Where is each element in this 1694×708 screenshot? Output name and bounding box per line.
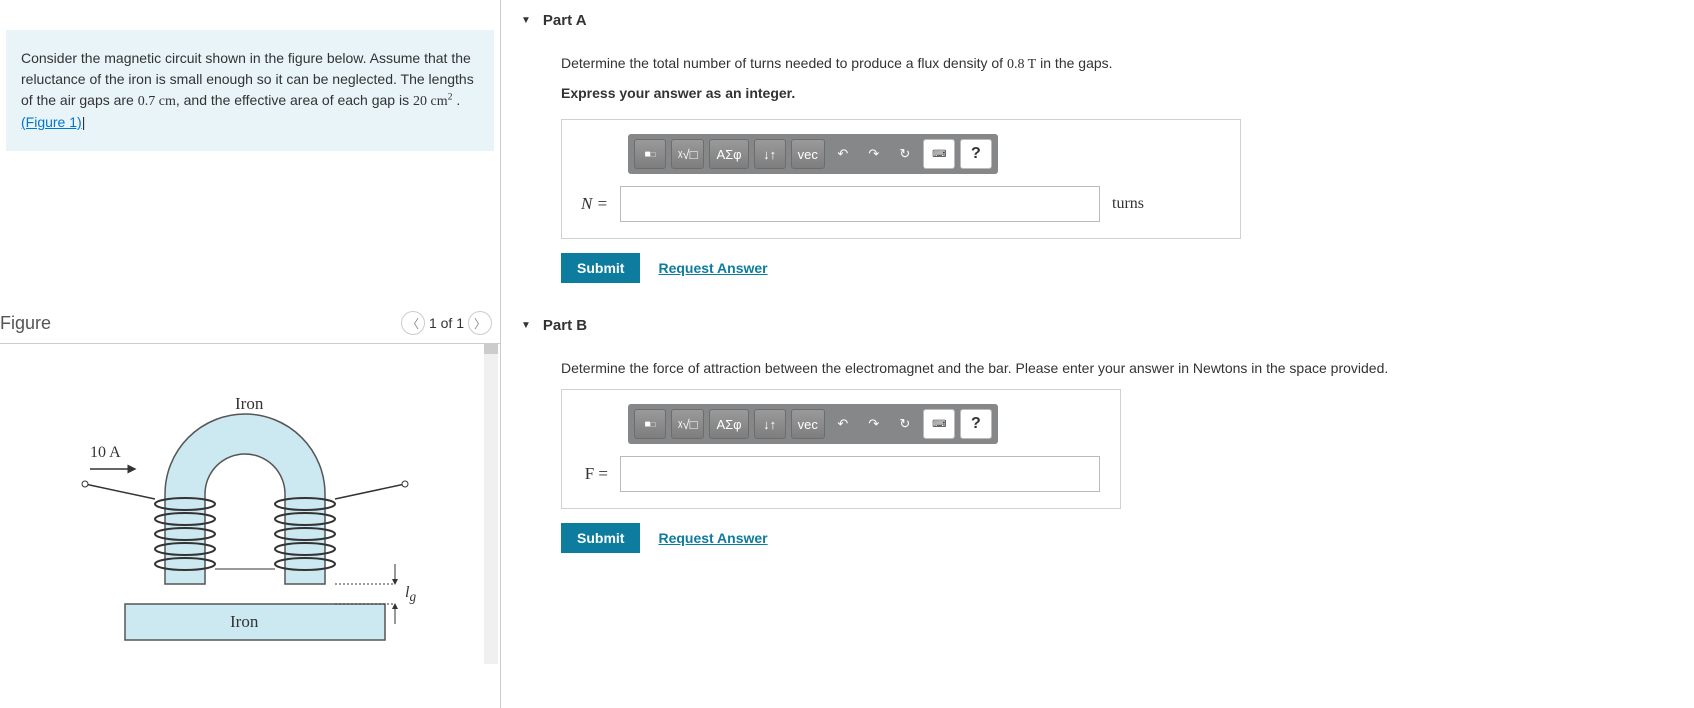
collapse-icon: ▼ (521, 320, 531, 331)
gap-length-value: 0.7 cm (138, 94, 176, 109)
part-a-question: Determine the total number of turns need… (561, 53, 1674, 75)
formula-toolbar-b: ■□ ᵡ√□ ΑΣφ ↓↑ vec ↶ ↷ ↻ ⌨ ? (628, 404, 998, 444)
templates-button[interactable]: ■□ (634, 409, 666, 439)
part-b-header[interactable]: ▼ Part B (521, 313, 1674, 338)
root-button[interactable]: ᵡ√□ (671, 139, 704, 169)
figure-image: Iron Iron 10 A lg (35, 364, 465, 664)
part-a-answer-input[interactable] (620, 186, 1100, 222)
undo-button[interactable]: ↶ (830, 409, 856, 439)
vec-button[interactable]: vec (791, 139, 825, 169)
undo-button[interactable]: ↶ (830, 139, 856, 169)
figure-scroll-thumb[interactable] (484, 344, 498, 354)
prev-figure-button[interactable]: 〈 (401, 311, 425, 335)
figure-label-iron-top: Iron (235, 394, 263, 414)
intro-text-2: , and the effective area of each gap is (176, 92, 413, 108)
part-b-answer-input[interactable] (620, 456, 1100, 492)
subsup-button[interactable]: ↓↑ (754, 139, 786, 169)
part-a-title: Part A (543, 12, 587, 29)
part-a-answer-box: ■□ ᵡ√□ ΑΣφ ↓↑ vec ↶ ↷ ↻ ⌨ ? N = turns (561, 119, 1241, 239)
part-a-request-answer-link[interactable]: Request Answer (658, 260, 767, 276)
figure-label-gap: lg (405, 584, 416, 605)
reset-button[interactable]: ↻ (892, 139, 918, 169)
part-a-header[interactable]: ▼ Part A (521, 8, 1674, 33)
redo-button[interactable]: ↷ (861, 139, 887, 169)
figure-label-iron-bar: Iron (230, 612, 258, 632)
greek-button[interactable]: ΑΣφ (709, 409, 748, 439)
figure-link[interactable]: (Figure 1) (21, 114, 82, 130)
problem-statement: Consider the magnetic circuit shown in t… (6, 30, 494, 151)
figure-pager: 〈 1 of 1 〉 (401, 311, 492, 335)
help-button[interactable]: ? (960, 139, 992, 169)
part-a-submit-button[interactable]: Submit (561, 253, 640, 283)
figure-header: Figure 〈 1 of 1 〉 (0, 301, 500, 344)
pager-text: 1 of 1 (429, 315, 464, 331)
figure-label-current: 10 A (90, 444, 121, 462)
gap-area-value: 20 cm (413, 94, 448, 109)
greek-button[interactable]: ΑΣφ (709, 139, 748, 169)
part-b-answer-box: ■□ ᵡ√□ ΑΣφ ↓↑ vec ↶ ↷ ↻ ⌨ ? F = (561, 389, 1121, 509)
figure-scrollbar[interactable] (484, 344, 498, 664)
collapse-icon: ▼ (521, 15, 531, 26)
part-a-prefix: N = (578, 194, 608, 214)
part-b-title: Part B (543, 317, 587, 334)
next-figure-button[interactable]: 〉 (468, 311, 492, 335)
part-a-suffix: turns (1112, 195, 1144, 213)
templates-button[interactable]: ■□ (634, 139, 666, 169)
part-b-request-answer-link[interactable]: Request Answer (658, 530, 767, 546)
part-b-prefix: F = (578, 464, 608, 484)
reset-button[interactable]: ↻ (892, 409, 918, 439)
keyboard-button[interactable]: ⌨ (923, 139, 955, 169)
part-b-submit-button[interactable]: Submit (561, 523, 640, 553)
keyboard-button[interactable]: ⌨ (923, 409, 955, 439)
formula-toolbar-a: ■□ ᵡ√□ ΑΣφ ↓↑ vec ↶ ↷ ↻ ⌨ ? (628, 134, 998, 174)
vec-button[interactable]: vec (791, 409, 825, 439)
help-button[interactable]: ? (960, 409, 992, 439)
part-b-question: Determine the force of attraction betwee… (561, 358, 1674, 379)
intro-text-3: . (453, 92, 461, 108)
redo-button[interactable]: ↷ (861, 409, 887, 439)
part-a-instruction: Express your answer as an integer. (561, 85, 1674, 101)
root-button[interactable]: ᵡ√□ (671, 409, 704, 439)
subsup-button[interactable]: ↓↑ (754, 409, 786, 439)
figure-title: Figure (0, 313, 51, 334)
figure-viewport: Iron Iron 10 A lg (0, 344, 500, 664)
